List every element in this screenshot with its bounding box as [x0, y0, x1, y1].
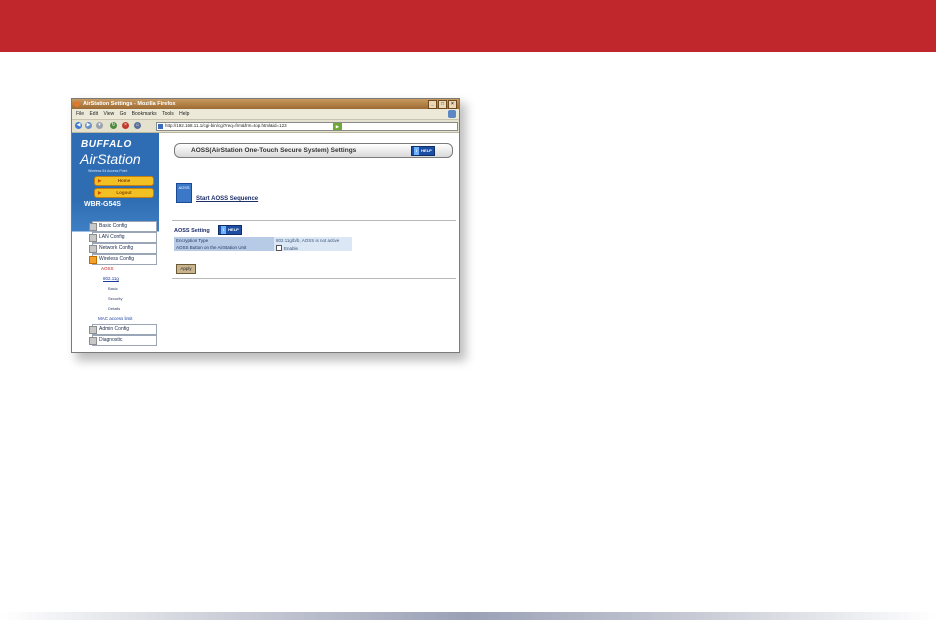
model-name: WBR-G54S [84, 201, 121, 208]
page-viewport: BUFFALO AirStation Wireless 54 Access Po… [72, 133, 459, 352]
logout-button[interactable]: ▶ Logout [94, 188, 154, 198]
menu-bar: File Edit View Go Bookmarks Tools Help [72, 109, 459, 120]
menu-bullet-icon [89, 245, 97, 253]
aoss-icon-text: AOSS [178, 185, 190, 190]
page-title: AOSS(AirStation One-Touch Secure System)… [191, 147, 357, 154]
home-button[interactable]: ▶ Home [94, 176, 154, 186]
table-row: AOSS Button on the AirStation Unit Enabl… [174, 244, 352, 251]
aoss-help-button[interactable]: i HELP [218, 225, 242, 235]
go-button[interactable]: ▶ [333, 123, 342, 130]
bottom-gradient-bar [0, 612, 936, 620]
router-sidebar: BUFFALO AirStation Wireless 54 Access Po… [72, 133, 159, 352]
aoss-setting-label: AOSS Setting [174, 228, 210, 234]
help-button[interactable]: i HELP [411, 146, 435, 156]
page-favicon-icon [158, 124, 163, 129]
apply-button[interactable]: Apply [176, 264, 196, 274]
sidebar-item-label: Network Config [99, 245, 134, 251]
enable-checkbox[interactable] [276, 245, 282, 251]
sidebar-item-network-config[interactable]: Network Config [89, 243, 157, 254]
product-logo: AirStation [80, 151, 141, 167]
sidebar-item-lan-config[interactable]: LAN Config [89, 232, 157, 243]
sidebar-item-wireless-config[interactable]: Wireless Config [89, 254, 157, 265]
sidebar-sub-basic[interactable]: Basic [108, 286, 118, 291]
sidebar-item-diagnostic[interactable]: Diagnostic [89, 335, 157, 346]
setting-key: Encryption Type [174, 237, 274, 244]
home-button-label: Home [117, 178, 131, 183]
navigation-toolbar: ◀ ▶ ▾ ↻ × ⌂ http://192.168.11.1/cgi-bin/… [72, 120, 459, 133]
window-title: AirStation Settings - Mozilla Firefox [83, 101, 176, 107]
forward-icon[interactable]: ▶ [85, 122, 92, 129]
menu-bullet-icon [89, 256, 97, 264]
sidebar-item-admin-config[interactable]: Admin Config [89, 324, 157, 335]
menu-bullet-icon [89, 234, 97, 242]
sidebar-sub-80211g[interactable]: 802.11g [103, 276, 119, 281]
menu-tools[interactable]: Tools [162, 111, 174, 117]
menu-bookmarks[interactable]: Bookmarks [132, 111, 157, 117]
close-button[interactable]: × [448, 100, 457, 109]
menu-view[interactable]: View [103, 111, 114, 117]
back-icon[interactable]: ◀ [75, 122, 82, 129]
browser-window: AirStation Settings - Mozilla Firefox _ □… [71, 98, 460, 353]
reload-icon[interactable]: ↻ [110, 122, 117, 129]
menu-edit[interactable]: Edit [89, 111, 98, 117]
home-icon[interactable]: ⌂ [134, 122, 141, 129]
url-text: http://192.168.11.1/cgi-bin/cgi?req=frm&… [165, 123, 287, 128]
product-subtitle: Wireless 54 Access Point [88, 169, 128, 173]
table-row: Encryption Type 802.11g/b/b, AOSS is not… [174, 237, 352, 244]
sidebar-sub-aoss[interactable]: AOSS [101, 266, 114, 271]
divider [172, 220, 456, 221]
divider [172, 278, 456, 279]
top-banner [0, 0, 936, 52]
setting-value: 802.11g/b/b, AOSS is not active [274, 237, 352, 244]
page-title-bar: AOSS(AirStation One-Touch Secure System)… [174, 143, 453, 158]
arrow-icon: ▶ [98, 190, 102, 195]
setting-value: Enable [284, 246, 299, 251]
throbber-icon [448, 110, 456, 118]
menu-bullet-icon [89, 223, 97, 231]
minimize-button[interactable]: _ [428, 100, 437, 109]
setting-value-cell: Enable [274, 244, 352, 251]
firefox-icon [74, 101, 80, 107]
dropdown-icon[interactable]: ▾ [96, 122, 103, 129]
start-aoss-link[interactable]: Start AOSS Sequence [196, 196, 258, 202]
sidebar-sub-security[interactable]: Security [108, 296, 122, 301]
menu-help[interactable]: Help [179, 111, 189, 117]
setting-key: AOSS Button on the AirStation Unit [174, 244, 274, 251]
help-button-label: HELP [228, 227, 239, 232]
logout-button-label: Logout [116, 190, 132, 195]
window-titlebar: AirStation Settings - Mozilla Firefox _ □… [72, 99, 459, 109]
sidebar-item-label: LAN Config [99, 234, 125, 240]
maximize-button[interactable]: □ [438, 100, 447, 109]
help-button-label: HELP [421, 148, 432, 153]
sidebar-item-label: Diagnostic [99, 337, 123, 343]
sidebar-item-label: Basic Config [99, 223, 128, 229]
window-buttons: _ □ × [427, 100, 457, 109]
brand-logo: BUFFALO [81, 139, 132, 150]
menu-bullet-icon [89, 337, 97, 345]
info-icon: i [414, 147, 420, 155]
stop-icon[interactable]: × [122, 122, 129, 129]
aoss-settings-table: Encryption Type 802.11g/b/b, AOSS is not… [174, 237, 352, 251]
menu-file[interactable]: File [76, 111, 84, 117]
sidebar-sub-details[interactable]: Details [108, 306, 120, 311]
menu-bullet-icon [89, 326, 97, 334]
info-icon: i [221, 226, 227, 234]
sidebar-item-basic-config[interactable]: Basic Config [89, 221, 157, 232]
menu-go[interactable]: Go [120, 111, 127, 117]
aoss-logo-icon[interactable]: AOSS [176, 183, 192, 203]
arrow-icon: ▶ [98, 178, 102, 183]
sidebar-item-label: Admin Config [99, 326, 130, 332]
sidebar-sub-mac-access[interactable]: MAC access limit [98, 316, 133, 321]
url-bar[interactable]: http://192.168.11.1/cgi-bin/cgi?req=frm&… [156, 122, 458, 131]
sidebar-item-label: Wireless Config [99, 256, 135, 262]
